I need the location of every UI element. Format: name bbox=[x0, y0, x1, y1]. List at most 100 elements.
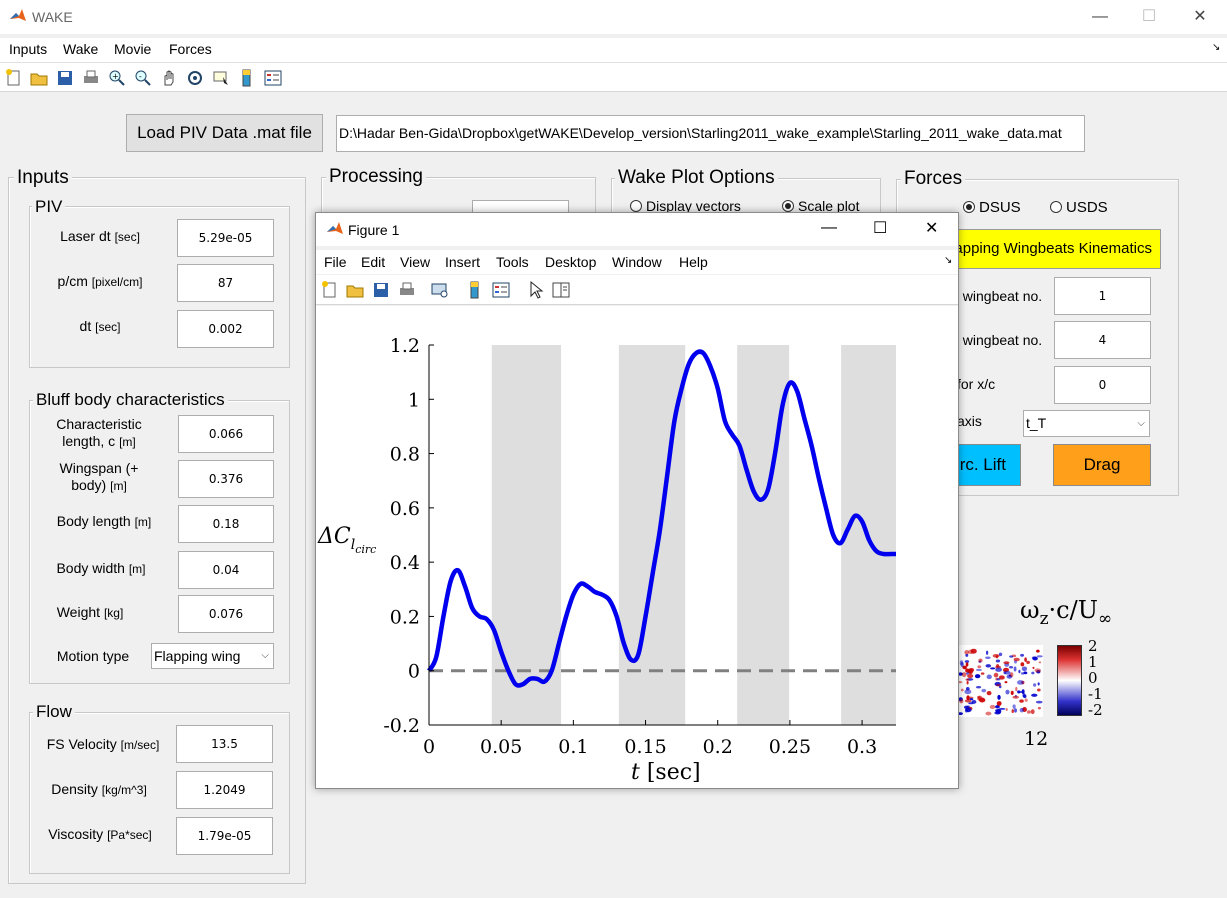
figure-maximize-button[interactable]: ☐ bbox=[873, 218, 887, 238]
dt-field[interactable]: 0.002 bbox=[177, 310, 274, 348]
pan-hand-icon[interactable] bbox=[159, 68, 179, 88]
processing-title: Processing bbox=[326, 166, 426, 188]
figure-menu-edit[interactable]: Edit bbox=[361, 254, 385, 270]
drag-button[interactable]: Drag bbox=[1053, 444, 1151, 486]
start-wingbeat-field[interactable]: 1 bbox=[1054, 277, 1151, 315]
flapping-kinematics-button[interactable]: lapping Wingbeats Kinematics bbox=[940, 229, 1161, 269]
vorticity-blob bbox=[1004, 670, 1011, 675]
body-width-label: Body width [m] bbox=[56, 560, 146, 576]
dock-arrow-icon[interactable]: ↘ bbox=[1212, 42, 1220, 53]
close-button[interactable]: ✕ bbox=[1189, 6, 1211, 28]
density-field[interactable]: 1.2049 bbox=[176, 771, 273, 809]
figure-window: Figure 1 — ☐ ✕ File Edit View Insert Too… bbox=[315, 212, 959, 789]
colorbar-icon[interactable] bbox=[465, 280, 485, 300]
dt-label: dt [sec] bbox=[79, 318, 121, 334]
vorticity-blob bbox=[1019, 699, 1024, 703]
save-icon[interactable] bbox=[371, 280, 391, 300]
vorticity-blob bbox=[989, 704, 996, 710]
file-path-field[interactable]: D:\Hadar Ben-Gida\Dropbox\getWAKE\Develo… bbox=[336, 115, 1085, 152]
zoom-in-icon[interactable]: + bbox=[107, 68, 127, 88]
figure-minimize-button[interactable]: — bbox=[821, 219, 837, 237]
load-piv-button[interactable]: Load PIV Data .mat file bbox=[126, 114, 323, 152]
char-length-field[interactable]: 0.066 bbox=[178, 415, 274, 453]
figure-menu-file[interactable]: File bbox=[324, 254, 347, 270]
figure-plot-area: 0 0.05 0.1 0.15 0.2 0.25 0.3 -0.2 0 0.2 0.4 0.6 0.8 1… bbox=[316, 306, 958, 788]
laser-dt-field[interactable]: 5.29e-05 bbox=[177, 219, 274, 257]
figure-toolbar bbox=[316, 275, 958, 305]
wingspan-field[interactable]: 0.376 bbox=[178, 460, 274, 498]
save-icon[interactable] bbox=[55, 68, 75, 88]
vorticity-blob bbox=[1011, 709, 1014, 714]
p-cm-field[interactable]: 87 bbox=[177, 264, 274, 302]
colorbar-ticks: 2 1 0 -1 -2 bbox=[1088, 638, 1103, 718]
vorticity-blob bbox=[1032, 683, 1037, 687]
zoom-out-icon[interactable]: - bbox=[133, 68, 153, 88]
motion-type-label: Motion type bbox=[56, 648, 130, 664]
usds-label: USDS bbox=[1066, 199, 1108, 216]
link-plot-icon[interactable] bbox=[430, 280, 450, 300]
density-label: Density [kg/m^3] bbox=[51, 781, 147, 797]
figure-menu-help[interactable]: Help bbox=[679, 254, 708, 270]
rotate-3d-icon[interactable] bbox=[185, 68, 205, 88]
vorticity-blob bbox=[1005, 689, 1010, 695]
usds-radio[interactable]: USDS bbox=[1050, 199, 1108, 216]
vorticity-blob bbox=[975, 668, 982, 672]
x-tick-label: 0.3 bbox=[847, 736, 877, 758]
dsus-radio[interactable]: DSUS bbox=[963, 199, 1021, 216]
motion-type-value: Flapping wing bbox=[154, 648, 241, 664]
colorbar-tick: -2 bbox=[1088, 701, 1103, 719]
new-file-icon[interactable] bbox=[4, 68, 24, 88]
vorticity-blob bbox=[966, 680, 969, 685]
vorticity-blob bbox=[1008, 666, 1014, 669]
new-figure-icon[interactable] bbox=[320, 280, 340, 300]
vorticity-blob bbox=[968, 667, 975, 673]
vorticity-blob bbox=[996, 664, 1000, 668]
figure-menu-window[interactable]: Window bbox=[612, 254, 662, 270]
end-wingbeat-field[interactable]: 4 bbox=[1054, 321, 1151, 359]
vorticity-blob bbox=[986, 674, 992, 680]
weight-field[interactable]: 0.076 bbox=[178, 595, 274, 633]
figure-close-button[interactable]: ✕ bbox=[925, 218, 938, 238]
legend-icon[interactable] bbox=[263, 68, 283, 88]
minimize-button[interactable]: — bbox=[1089, 6, 1111, 28]
menu-forces[interactable]: Forces bbox=[169, 41, 212, 57]
edit-plot-arrow-icon[interactable] bbox=[526, 280, 546, 300]
vorticity-blob bbox=[1020, 662, 1025, 667]
property-editor-icon[interactable] bbox=[551, 280, 571, 300]
dsus-label: DSUS bbox=[979, 199, 1021, 216]
motion-type-select[interactable]: Flapping wing ⌵ bbox=[151, 643, 274, 669]
menu-movie[interactable]: Movie bbox=[114, 41, 151, 57]
figure-menu-view[interactable]: View bbox=[400, 254, 430, 270]
colorbar-icon[interactable] bbox=[237, 68, 257, 88]
open-folder-icon[interactable] bbox=[29, 68, 49, 88]
menu-inputs[interactable]: Inputs bbox=[9, 41, 47, 57]
maximize-button[interactable]: ☐ bbox=[1138, 6, 1160, 28]
print-icon[interactable] bbox=[397, 280, 417, 300]
print-icon[interactable] bbox=[81, 68, 101, 88]
axis-label: axis bbox=[957, 413, 982, 429]
figure-menu-desktop[interactable]: Desktop bbox=[545, 254, 596, 270]
vorticity-blob bbox=[993, 672, 999, 678]
data-cursor-icon[interactable] bbox=[211, 68, 231, 88]
legend-icon[interactable] bbox=[491, 280, 511, 300]
body-length-field[interactable]: 0.18 bbox=[178, 505, 274, 543]
vorticity-colorbar-title: ωz·c/U∞ bbox=[1020, 596, 1113, 629]
p-cm-label: p/cm [pixel/cm] bbox=[57, 273, 143, 289]
menu-wake[interactable]: Wake bbox=[63, 41, 98, 57]
dock-arrow-icon[interactable]: ↘ bbox=[944, 255, 952, 266]
forces-title: Forces bbox=[901, 168, 966, 190]
open-folder-icon[interactable] bbox=[345, 280, 365, 300]
figure-menu-insert[interactable]: Insert bbox=[445, 254, 480, 270]
fs-velocity-field[interactable]: 13.5 bbox=[176, 725, 273, 763]
vorticity-blob bbox=[1024, 698, 1028, 702]
axis-select[interactable]: t_T ⌵ bbox=[1023, 410, 1150, 437]
figure-menu-tools[interactable]: Tools bbox=[496, 254, 529, 270]
radio-off-icon bbox=[1050, 201, 1062, 213]
xc-field[interactable]: 0 bbox=[1054, 366, 1151, 404]
vorticity-blob bbox=[1016, 680, 1024, 685]
vorticity-blob bbox=[996, 701, 1002, 706]
laser-dt-label: Laser dt [sec] bbox=[60, 228, 140, 244]
body-width-field[interactable]: 0.04 bbox=[178, 551, 274, 589]
flow-title: Flow bbox=[33, 702, 75, 722]
viscosity-field[interactable]: 1.79e-05 bbox=[176, 817, 273, 855]
